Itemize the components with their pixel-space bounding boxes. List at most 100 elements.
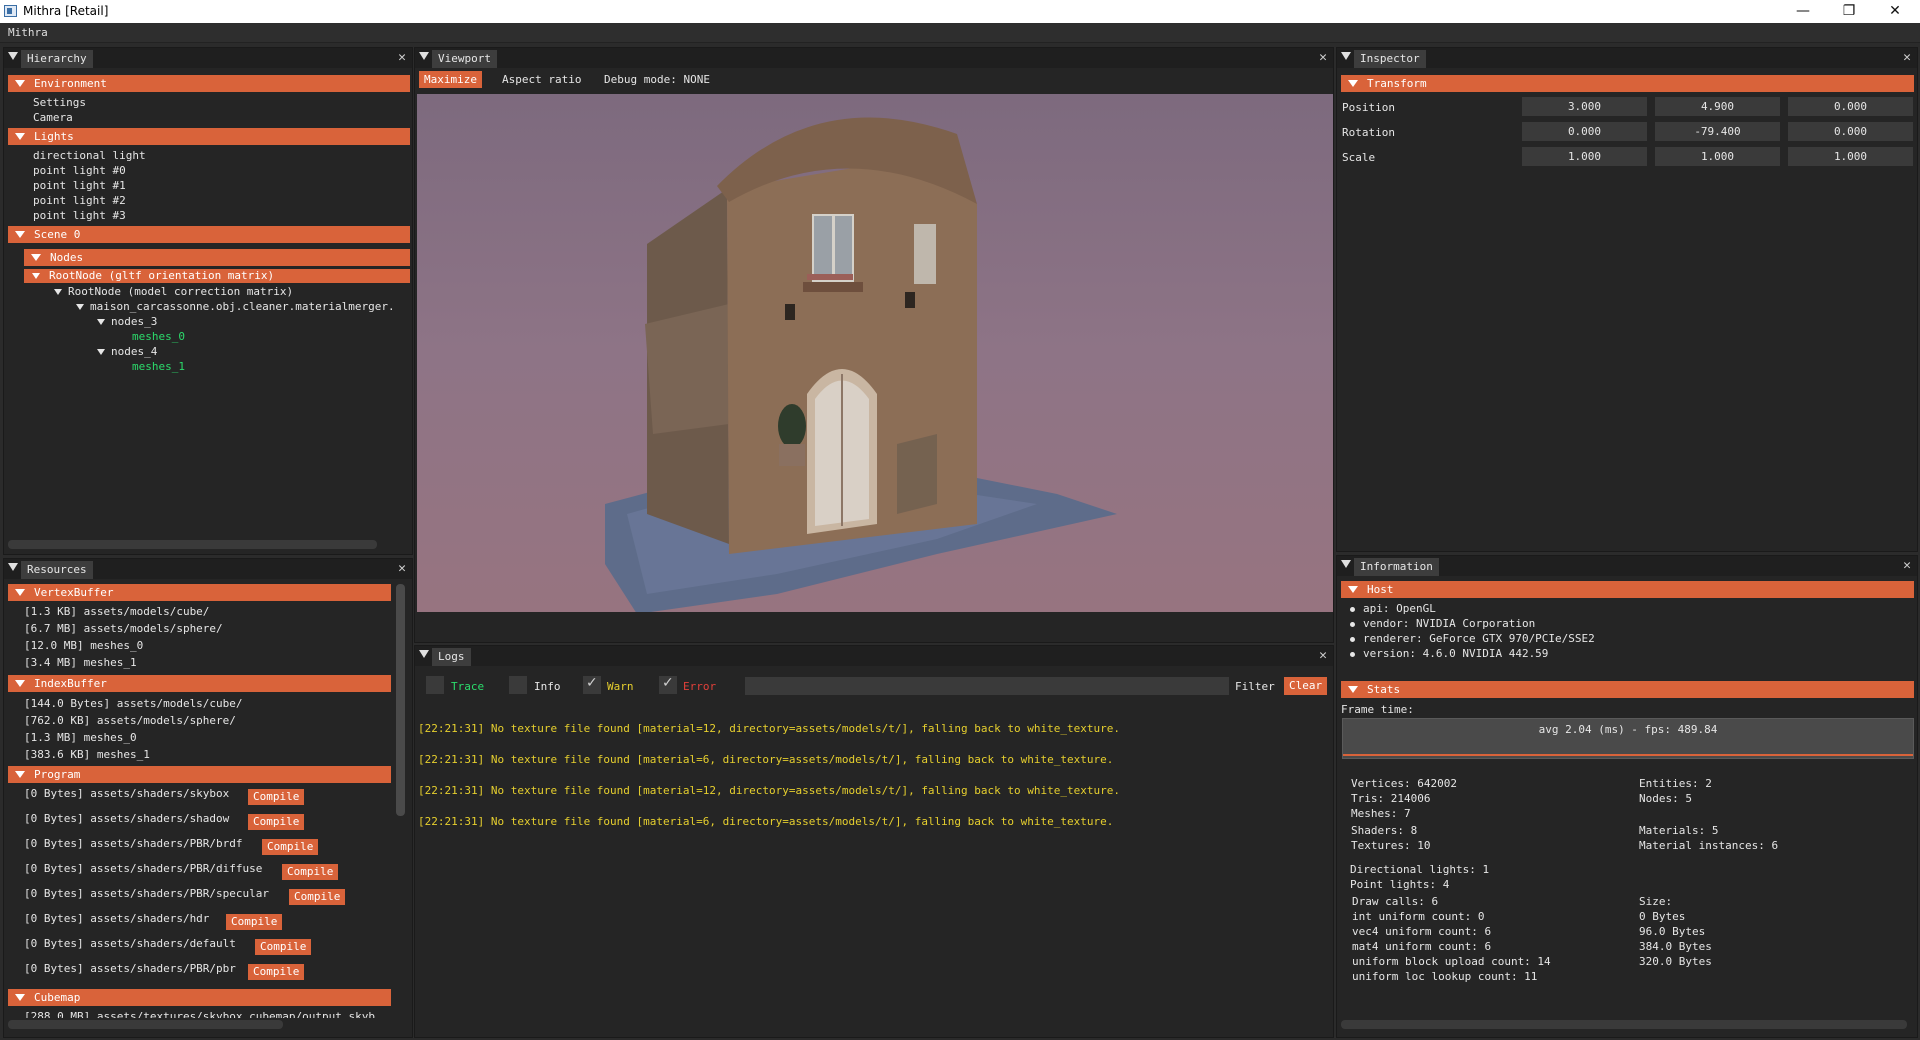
stat-uniform-block-upload: uniform block upload count: 14 [1352, 955, 1551, 968]
3d-viewport[interactable] [417, 94, 1333, 612]
tree-item-merger-node[interactable]: maison_carcassonne.obj.cleaner.materialm… [76, 300, 395, 313]
info-checkbox[interactable] [509, 676, 527, 694]
close-icon[interactable]: ✕ [1903, 50, 1911, 65]
tree-item-root-node-selected[interactable]: RootNode (gltf orientation matrix) [24, 269, 410, 283]
stat-meshes: Meshes: 7 [1351, 807, 1411, 820]
information-horizontal-scrollbar[interactable] [1341, 1020, 1907, 1029]
tree-item-nodes-3[interactable]: nodes_3 [97, 315, 157, 328]
collapse-arrow-icon[interactable] [8, 52, 18, 60]
host-renderer: renderer: GeForce GTX 970/PCIe/SSE2 [1350, 632, 1595, 645]
tree-item-camera[interactable]: Camera [33, 111, 73, 124]
tree-item-settings[interactable]: Settings [33, 96, 86, 109]
compile-button[interactable]: Compile [255, 939, 312, 955]
collapse-arrow-icon[interactable] [8, 563, 18, 571]
section-transform[interactable]: Transform [1341, 75, 1914, 92]
compile-button[interactable]: Compile [226, 914, 283, 930]
clear-button[interactable]: Clear [1284, 677, 1328, 695]
section-cubemap[interactable]: Cubemap [8, 989, 391, 1006]
bullet-icon [1350, 606, 1355, 612]
tree-item-directional-light[interactable]: directional light [33, 149, 146, 162]
hierarchy-horizontal-scrollbar[interactable] [8, 540, 377, 549]
tab-logs[interactable]: Logs [432, 648, 471, 666]
position-y-field[interactable]: 4.900 [1655, 97, 1780, 116]
tree-item-point-light-2[interactable]: point light #2 [33, 194, 126, 207]
log-filter-input[interactable] [745, 677, 1229, 695]
warn-checkbox[interactable]: ✓ [583, 675, 601, 694]
compile-button[interactable]: Compile [289, 889, 346, 905]
tree-item-meshes-1[interactable]: meshes_1 [132, 360, 185, 373]
tab-hierarchy[interactable]: Hierarchy [21, 50, 93, 68]
tree-item-point-light-3[interactable]: point light #3 [33, 209, 126, 222]
tree-item-label: maison_carcassonne.obj.cleaner.materialm… [90, 300, 395, 313]
expand-triangle-icon [15, 680, 25, 687]
collapse-arrow-icon[interactable] [1341, 52, 1351, 60]
close-icon[interactable]: ✕ [398, 50, 406, 65]
close-icon[interactable]: ✕ [1319, 648, 1327, 663]
section-nodes[interactable]: Nodes [24, 249, 410, 266]
tree-item-nodes-4[interactable]: nodes_4 [97, 345, 157, 358]
restore-button[interactable]: ❐ [1826, 0, 1872, 23]
resources-vertical-scrollbar[interactable] [396, 584, 405, 816]
tree-item-point-light-1[interactable]: point light #1 [33, 179, 126, 192]
tab-viewport[interactable]: Viewport [432, 50, 497, 68]
menu-mithra[interactable]: Mithra [8, 26, 48, 39]
maximize-button[interactable]: Maximize [419, 71, 482, 88]
tab-inspector[interactable]: Inspector [1354, 50, 1426, 68]
position-z-field[interactable]: 0.000 [1788, 97, 1913, 116]
list-item[interactable]: [12.0 MB] meshes_0 [24, 639, 143, 652]
section-scene[interactable]: Scene 0 [8, 226, 410, 243]
rotation-y-field[interactable]: -79.400 [1655, 122, 1780, 141]
compile-button[interactable]: Compile [282, 864, 339, 880]
rotation-z-field[interactable]: 0.000 [1788, 122, 1913, 141]
close-icon[interactable]: ✕ [1903, 558, 1911, 573]
section-lights[interactable]: Lights [8, 128, 410, 145]
section-stats[interactable]: Stats [1341, 681, 1914, 698]
compile-button[interactable]: Compile [248, 964, 305, 980]
bullet-icon [1350, 636, 1355, 642]
compile-button[interactable]: Compile [248, 814, 305, 830]
list-item[interactable]: [1.3 KB] assets/models/cube/ [24, 605, 209, 618]
list-item[interactable]: [762.0 KB] assets/models/sphere/ [24, 714, 236, 727]
rotation-x-field[interactable]: 0.000 [1522, 122, 1647, 141]
trace-checkbox[interactable] [426, 676, 444, 694]
collapse-arrow-icon[interactable] [419, 52, 429, 60]
filter-label: Filter [1235, 680, 1275, 693]
close-window-button[interactable]: ✕ [1872, 0, 1918, 23]
section-label: Stats [1367, 683, 1401, 696]
tab-resources[interactable]: Resources [21, 561, 93, 579]
collapse-arrow-icon[interactable] [419, 650, 429, 658]
collapse-arrow-icon[interactable] [1341, 560, 1351, 568]
scale-y-field[interactable]: 1.000 [1655, 147, 1780, 166]
tree-item-correction-node[interactable]: RootNode (model correction matrix) [54, 285, 293, 298]
section-indexbuffer[interactable]: IndexBuffer [8, 675, 391, 692]
debug-mode-dropdown[interactable]: Debug mode: NONE [599, 71, 715, 88]
list-item[interactable]: [383.6 KB] meshes_1 [24, 748, 150, 761]
section-program[interactable]: Program [8, 766, 391, 783]
section-environment[interactable]: Environment [8, 75, 410, 92]
minimize-button[interactable]: — [1780, 0, 1826, 23]
resources-horizontal-scrollbar[interactable] [8, 1020, 283, 1029]
aspect-ratio-button[interactable]: Aspect ratio [497, 71, 586, 88]
list-item[interactable]: [144.0 Bytes] assets/models/cube/ [24, 697, 243, 710]
bullet-icon [1350, 621, 1355, 627]
tree-item-point-light-0[interactable]: point light #0 [33, 164, 126, 177]
tree-item-meshes-0[interactable]: meshes_0 [132, 330, 185, 343]
list-item[interactable]: [1.3 MB] meshes_0 [24, 731, 137, 744]
tree-item-label: RootNode (gltf orientation matrix) [49, 269, 275, 282]
close-icon[interactable]: ✕ [1319, 50, 1327, 65]
section-label: Scene 0 [34, 228, 81, 241]
stat-size-vec4: 96.0 Bytes [1639, 925, 1706, 938]
section-host[interactable]: Host [1341, 581, 1914, 598]
close-icon[interactable]: ✕ [398, 561, 406, 576]
scale-x-field[interactable]: 1.000 [1522, 147, 1647, 166]
list-item[interactable]: [3.4 MB] meshes_1 [24, 656, 137, 669]
compile-button[interactable]: Compile [248, 789, 305, 805]
list-item[interactable]: [6.7 MB] assets/models/sphere/ [24, 622, 223, 635]
error-checkbox[interactable]: ✓ [659, 675, 677, 694]
list-item[interactable]: [288.0 MB] assets/textures/skybox_cubema… [24, 1010, 394, 1018]
section-vertexbuffer[interactable]: VertexBuffer [8, 584, 391, 601]
scale-z-field[interactable]: 1.000 [1788, 147, 1913, 166]
tab-information[interactable]: Information [1354, 558, 1439, 576]
compile-button[interactable]: Compile [262, 839, 319, 855]
position-x-field[interactable]: 3.000 [1522, 97, 1647, 116]
